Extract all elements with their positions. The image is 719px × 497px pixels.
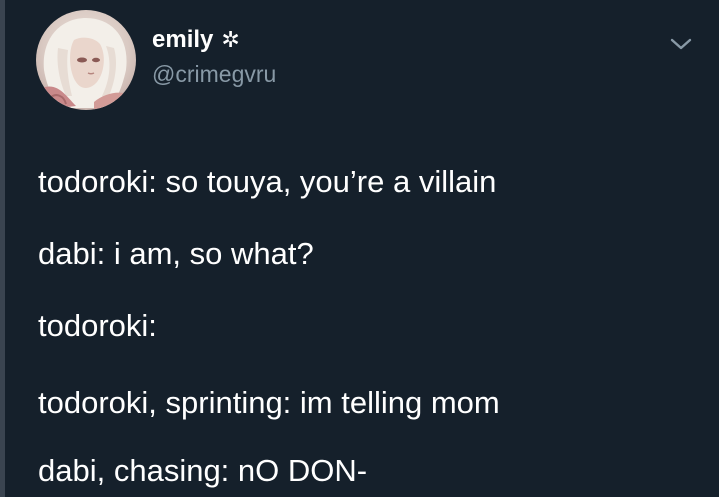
author-display-name[interactable]: emily ✲	[152, 26, 240, 54]
tweet-text-line: dabi: i am, so what?	[38, 236, 314, 271]
author-handle[interactable]: @crimegvru	[152, 60, 276, 88]
tweet-text-line: todoroki, sprinting: im telling mom	[38, 385, 500, 420]
star-decoration: ✲	[221, 27, 240, 52]
avatar[interactable]	[36, 10, 136, 110]
tweet-text-line: todoroki: so touya, you’re a villain	[38, 164, 497, 199]
window-edge	[0, 0, 5, 497]
tweet-text-line: dabi, chasing: nO DON-	[38, 453, 368, 488]
chevron-down-icon[interactable]	[668, 34, 694, 54]
author-name-text: emily	[152, 26, 214, 53]
tweet-text-line: todoroki:	[38, 308, 157, 343]
